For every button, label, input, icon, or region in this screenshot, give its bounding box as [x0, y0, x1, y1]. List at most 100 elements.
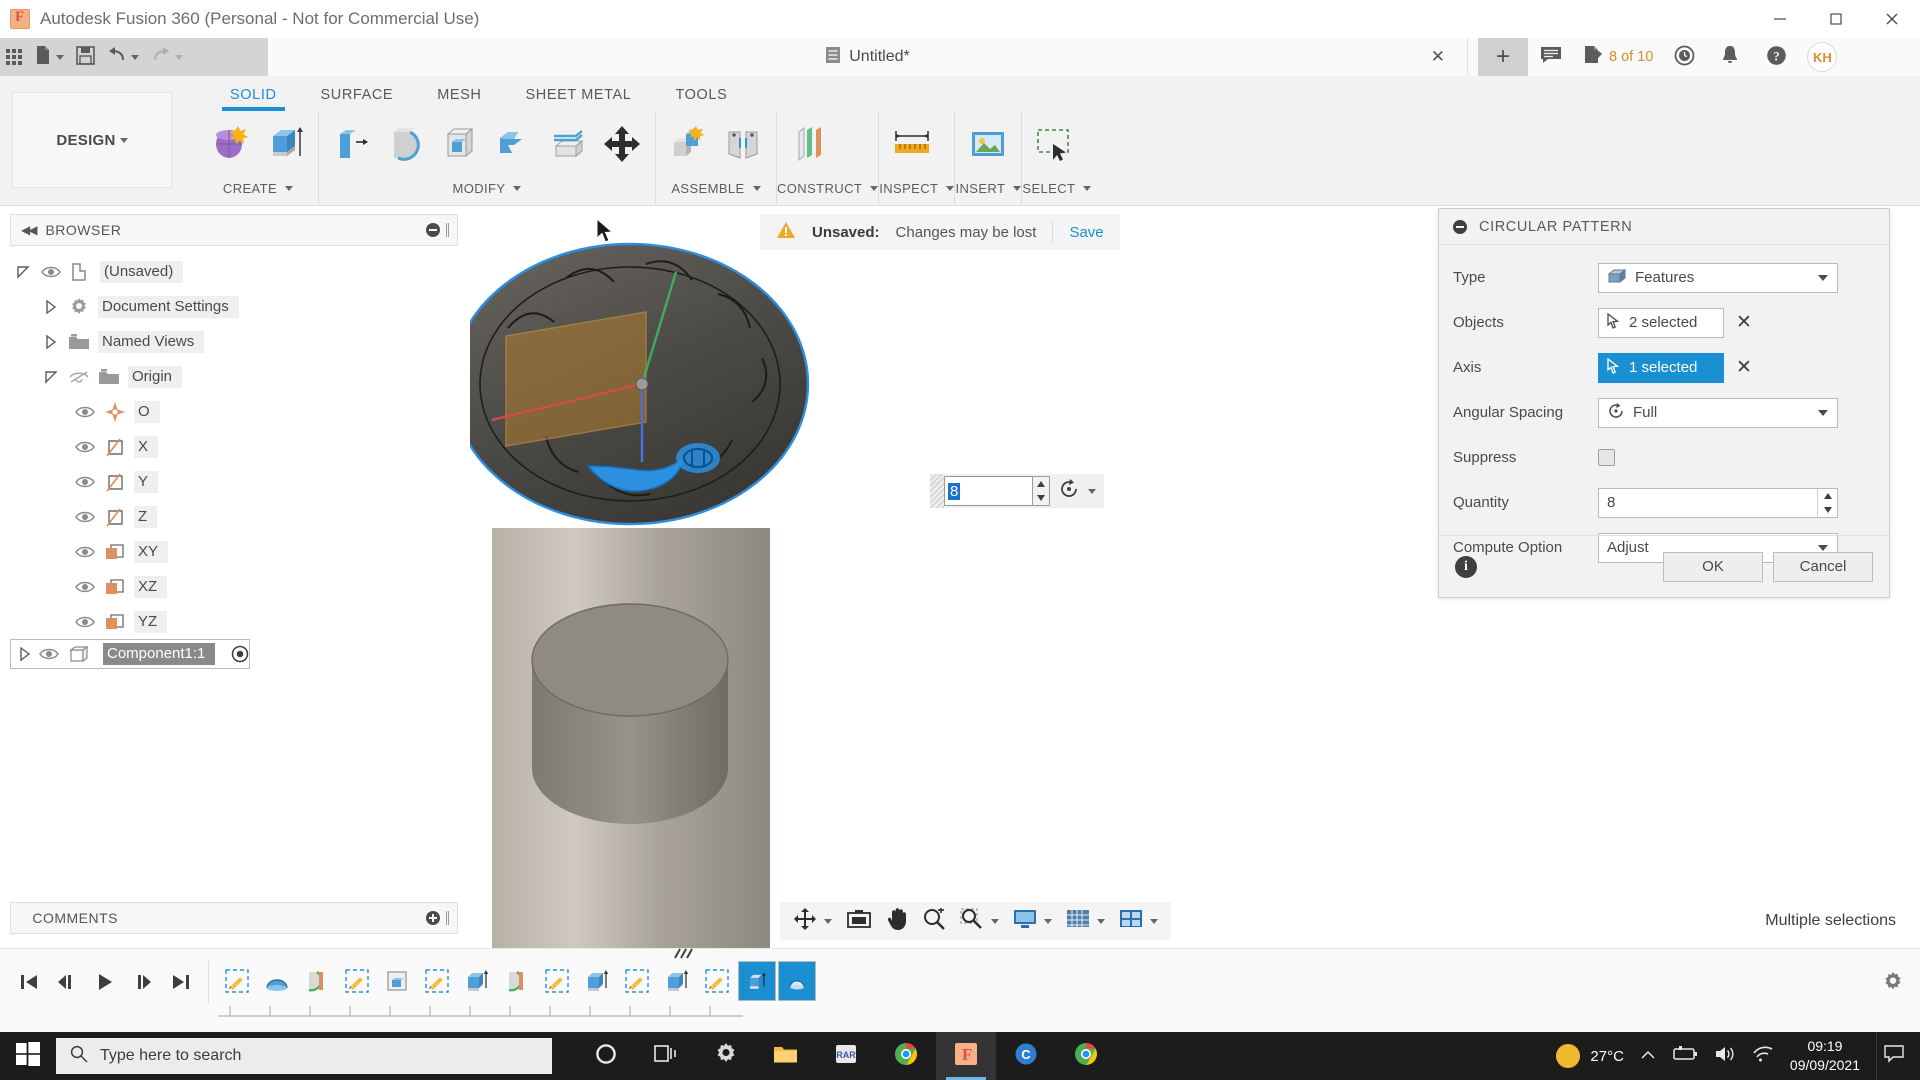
undo-button[interactable] [101, 38, 145, 76]
timeline-item-extrude[interactable] [658, 948, 696, 1001]
cancel-button[interactable]: Cancel [1773, 551, 1873, 582]
panel-select-label[interactable]: SELECT [1022, 176, 1092, 200]
tree-item-axis-z[interactable]: Z [10, 499, 458, 534]
timeline-item-sketch[interactable] [698, 961, 736, 1001]
twisty-open-icon[interactable] [10, 265, 36, 279]
notifications-button[interactable] [1707, 38, 1753, 76]
extrude-button[interactable] [260, 119, 310, 169]
timeline-item-sketch[interactable] [418, 961, 456, 1001]
timeline-item-extrude-selected[interactable] [738, 961, 776, 1001]
taskbar-chrome-button-2[interactable] [1056, 1032, 1116, 1080]
visibility-eye-icon[interactable] [70, 440, 100, 454]
info-icon[interactable]: i [1455, 555, 1477, 578]
timeline-item-sketch[interactable] [338, 961, 376, 1001]
step-back-button[interactable] [48, 963, 86, 1001]
visibility-eye-icon[interactable] [70, 510, 100, 524]
measure-button[interactable] [887, 119, 937, 169]
grid-snap-button[interactable] [1059, 902, 1112, 940]
taskbar-cortana-button[interactable] [576, 1032, 636, 1080]
move-copy-button[interactable] [597, 119, 647, 169]
taskbar-fusion360-button[interactable]: F [936, 1032, 996, 1080]
timeline-item-extrude[interactable] [458, 961, 496, 1001]
taskbar-file-explorer-button[interactable] [756, 1032, 816, 1080]
tree-item-document-settings[interactable]: Document Settings [10, 289, 458, 324]
tree-item-origin-point[interactable]: O [10, 394, 458, 429]
save-link[interactable]: Save [1069, 224, 1103, 241]
volume-icon[interactable] [1714, 1045, 1736, 1067]
minimize-panel-icon[interactable] [426, 223, 440, 237]
twisty-closed-icon[interactable] [38, 299, 64, 314]
go-to-end-button[interactable] [162, 963, 200, 1001]
offset-plane-button[interactable] [785, 119, 835, 169]
tree-item-plane-xy[interactable]: XY [10, 534, 458, 569]
timeline-item-sketch[interactable] [618, 961, 656, 1001]
fit-button[interactable] [953, 902, 1006, 940]
go-to-beginning-button[interactable] [10, 963, 48, 1001]
type-select[interactable]: Features [1598, 262, 1838, 293]
save-button[interactable] [70, 38, 101, 76]
taskbar-weather[interactable]: 27°C [1556, 1044, 1624, 1068]
panel-assemble-label[interactable]: ASSEMBLE [656, 176, 776, 200]
activate-component-icon[interactable] [231, 645, 249, 663]
timeline-item-extrude[interactable] [578, 961, 616, 1001]
draft-button[interactable] [489, 119, 539, 169]
stepper-down-icon[interactable] [1033, 491, 1049, 505]
redo-button[interactable] [145, 38, 189, 76]
axis-selection-button[interactable]: 1 selected [1598, 352, 1724, 383]
windows-start-button[interactable] [0, 1032, 56, 1080]
inline-quantity-editor[interactable]: 8 [930, 474, 1104, 508]
taskbar-winrar-button[interactable]: RAR [816, 1032, 876, 1080]
axis-clear-button[interactable]: ✕ [1736, 358, 1752, 377]
quantity-stepper[interactable] [1817, 488, 1837, 517]
stepper-down-icon[interactable] [1818, 503, 1837, 517]
inline-quantity-input[interactable]: 8 [944, 476, 1032, 506]
taskbar-chrome-button[interactable] [876, 1032, 936, 1080]
add-comment-icon[interactable] [426, 911, 440, 925]
tree-item-axis-y[interactable]: Y [10, 464, 458, 499]
objects-clear-button[interactable]: ✕ [1736, 313, 1752, 332]
taskbar-search-box[interactable]: Type here to search [56, 1038, 552, 1074]
shell-button[interactable] [435, 119, 485, 169]
objects-selection-button[interactable]: 2 selected [1598, 307, 1724, 338]
jobs-status-button[interactable]: 8 of 10 [1574, 38, 1661, 76]
stepper-up-icon[interactable] [1818, 489, 1837, 503]
timeline-item-sketch[interactable] [218, 961, 256, 1001]
timeline-item-shell[interactable] [378, 961, 416, 1001]
history-button[interactable] [1661, 38, 1707, 76]
tree-item-origin[interactable]: Origin [10, 359, 458, 394]
play-button[interactable] [86, 963, 124, 1001]
inline-type-button[interactable] [1050, 474, 1104, 508]
step-forward-button[interactable] [124, 963, 162, 1001]
collapse-left-icon[interactable]: ◀◀ [11, 223, 45, 237]
tab-solid[interactable]: SOLID [208, 82, 299, 111]
collapse-dialog-icon[interactable] [1453, 219, 1467, 234]
stepper-up-icon[interactable] [1033, 477, 1049, 491]
comments-button[interactable] [1528, 38, 1574, 76]
workspace-switcher-button[interactable]: DESIGN [12, 92, 172, 188]
orbit-button[interactable] [786, 902, 839, 940]
new-tab-button[interactable]: + [1478, 38, 1528, 76]
split-face-button[interactable] [543, 119, 593, 169]
taskbar-teams-button[interactable]: C [996, 1032, 1056, 1080]
tree-item-plane-yz[interactable]: YZ [10, 604, 458, 639]
visibility-eye-icon[interactable] [70, 615, 100, 629]
document-tab-close-button[interactable]: ✕ [1431, 47, 1445, 67]
drag-handle-icon[interactable] [930, 474, 944, 508]
panel-construct-label[interactable]: CONSTRUCT [777, 176, 879, 200]
help-button[interactable]: ? [1753, 38, 1799, 76]
twisty-open-icon[interactable] [38, 370, 64, 384]
pan-button[interactable] [879, 902, 915, 940]
panel-create-label[interactable]: CREATE [198, 176, 318, 200]
taskbar-settings-button[interactable] [696, 1032, 756, 1080]
panel-resize-handle[interactable] [446, 911, 449, 925]
tree-item-component1[interactable]: Component1:1 [10, 639, 250, 669]
tree-item-plane-xz[interactable]: XZ [10, 569, 458, 604]
quantity-input[interactable]: 8 [1598, 487, 1838, 518]
window-close-button[interactable] [1864, 0, 1920, 38]
suppress-checkbox[interactable] [1598, 449, 1615, 466]
new-component-button[interactable] [664, 119, 714, 169]
panel-resize-handle[interactable] [446, 223, 449, 237]
tab-surface[interactable]: SURFACE [299, 82, 416, 108]
visibility-eye-icon[interactable] [70, 545, 100, 559]
tab-tools[interactable]: TOOLS [653, 82, 749, 108]
